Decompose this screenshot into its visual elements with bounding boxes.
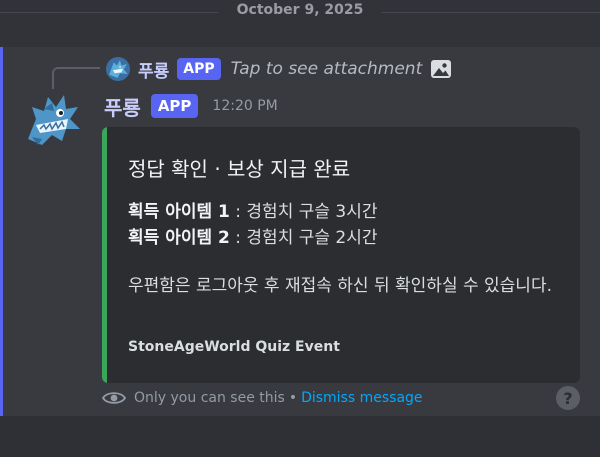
embed-field-separator: :	[229, 202, 247, 222]
date-divider-label: October 9, 2025	[236, 2, 364, 18]
embed-field: 획득 아이템 2 : 경험치 구슬 2시간	[128, 223, 378, 248]
embed-field: 획득 아이템 1 : 경험치 구슬 3시간	[128, 197, 378, 222]
embed-field-name: 획득 아이템 1	[128, 202, 230, 222]
reply-avatar[interactable]	[106, 57, 130, 81]
avatar[interactable]	[22, 89, 84, 151]
reply-preview[interactable]: 푸룡 APP Tap to see attachment	[106, 57, 452, 82]
embed-field-name: 획득 아이템 2	[128, 228, 230, 248]
embed-title: 정답 확인 · 보상 지급 완료	[128, 157, 351, 181]
image-icon	[431, 60, 452, 78]
ephemeral-notice: Only you can see this • Dismiss message	[102, 387, 423, 409]
message-header: 푸룡 APP 12:20 PM	[104, 92, 278, 121]
message-timestamp[interactable]: 12:20 PM	[212, 98, 277, 114]
dismiss-message-link[interactable]: Dismiss message	[301, 390, 422, 406]
reply-text[interactable]: Tap to see attachment	[231, 59, 423, 79]
reply-app-badge: APP	[177, 58, 221, 80]
date-divider: October 9, 2025	[0, 2, 600, 18]
embed-field-value: 경험치 구슬 2시간	[246, 228, 378, 248]
embed-description: 우편함은 로그아웃 후 재접속 하신 뒤 확인하실 수 있습니다.	[128, 276, 552, 296]
ephemeral-accent-bar	[0, 47, 3, 416]
embed-footer: StoneAgeWorld Quiz Event	[128, 339, 340, 355]
dragon-avatar-icon	[106, 57, 130, 81]
eye-icon	[102, 392, 126, 404]
app-badge: APP	[150, 94, 199, 118]
embed-field-value: 경험치 구슬 3시간	[246, 202, 378, 222]
divider-line-right	[382, 12, 600, 13]
embed: 정답 확인 · 보상 지급 완료 획득 아이템 1 : 경험치 구슬 3시간 획…	[102, 127, 580, 383]
message-author[interactable]: 푸룡	[104, 92, 141, 121]
embed-color-bar	[102, 127, 107, 383]
ephemeral-notice-text: Only you can see this	[134, 390, 285, 406]
reply-author[interactable]: 푸룡	[138, 57, 169, 82]
embed-field-separator: :	[229, 228, 247, 248]
ephemeral-message[interactable]: 푸룡 APP Tap to see attachment 푸룡 APP 12:2…	[0, 47, 600, 416]
channel-background-bottom	[0, 416, 600, 457]
ephemeral-separator: •	[288, 390, 298, 406]
divider-line-left	[0, 12, 218, 13]
channel-background-top: October 9, 2025	[0, 0, 600, 47]
dragon-avatar-icon	[22, 89, 84, 151]
help-icon[interactable]: ?	[556, 386, 580, 410]
